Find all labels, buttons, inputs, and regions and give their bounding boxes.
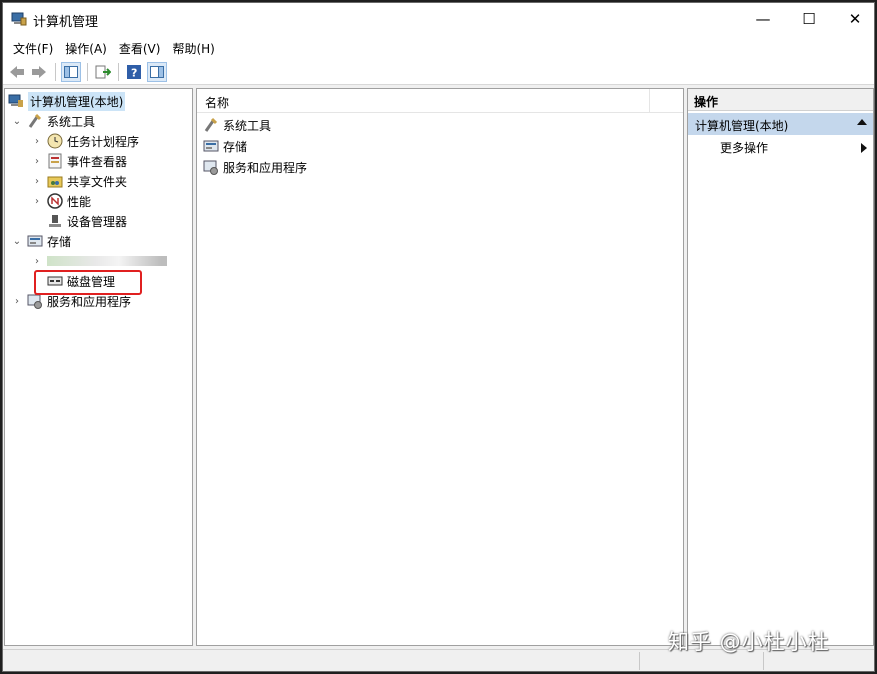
- chevron-right-icon[interactable]: ›: [11, 295, 23, 307]
- services-apps-icon: [203, 160, 218, 175]
- tree-item-storage[interactable]: ⌄ 存储: [11, 231, 71, 251]
- minimize-icon: —: [755, 10, 771, 28]
- close-icon: ✕: [848, 10, 862, 28]
- menu-bar: 文件(F) 操作(A) 查看(V) 帮助(H): [3, 35, 874, 59]
- help-button[interactable]: ?: [124, 62, 144, 82]
- tools-icon: [28, 113, 42, 128]
- tree-item-system-tools[interactable]: ⌄ 系统工具: [11, 111, 95, 131]
- chevron-right-icon[interactable]: ›: [31, 155, 43, 167]
- help-icon: ?: [127, 65, 141, 79]
- submenu-arrow-icon[interactable]: [861, 143, 867, 153]
- menu-action[interactable]: 操作(A): [59, 35, 113, 59]
- highlight-annotation: [34, 270, 142, 295]
- toolbar: ?: [3, 59, 874, 85]
- chevron-down-icon[interactable]: ⌄: [11, 115, 23, 127]
- list-item-label: 系统工具: [223, 118, 272, 133]
- tree-item-device-manager[interactable]: 设备管理器: [47, 211, 127, 231]
- more-actions-item[interactable]: 更多操作: [720, 139, 768, 156]
- tree-item-label: 共享文件夹: [67, 174, 128, 189]
- services-apps-icon: [27, 294, 42, 309]
- tree-item-label: 计算机管理(本地): [28, 91, 126, 111]
- tree-item-obscured[interactable]: ›: [31, 251, 167, 271]
- column-header-label: 名称: [205, 96, 230, 110]
- menu-view[interactable]: 查看(V): [113, 35, 167, 59]
- actions-section-computer-management[interactable]: 计算机管理(本地): [688, 113, 873, 135]
- arrow-right-icon: [32, 66, 46, 78]
- tree-item-label: 事件查看器: [67, 154, 128, 169]
- computer-management-icon: [8, 94, 23, 107]
- list-item[interactable]: 服务和应用程序: [203, 157, 307, 177]
- tree-item-root[interactable]: 计算机管理(本地): [8, 91, 126, 111]
- tree-item-task-scheduler[interactable]: › 任务计划程序: [31, 131, 139, 151]
- show-hide-console-tree-button[interactable]: [61, 62, 81, 82]
- tree-item-label: 存储: [47, 234, 72, 249]
- export-list-button[interactable]: [93, 62, 113, 82]
- toolbar-separator: [55, 63, 56, 81]
- actions-pane: 操作 计算机管理(本地) 更多操作: [687, 88, 874, 646]
- shared-folder-icon: [47, 176, 63, 188]
- minimize-button[interactable]: —: [740, 3, 786, 35]
- tree-item-label: 系统工具: [47, 114, 96, 129]
- tree-item-label: 性能: [67, 194, 92, 209]
- toolbar-separator: [87, 63, 88, 81]
- actions-header: 操作: [688, 89, 873, 111]
- tree-item-shared-folders[interactable]: › 共享文件夹: [31, 171, 127, 191]
- blurred-item-placeholder: [47, 256, 167, 266]
- list-item-label: 服务和应用程序: [223, 160, 308, 175]
- title-bar: 计算机管理 — ☐ ✕: [3, 3, 874, 35]
- chevron-right-icon[interactable]: ›: [31, 255, 43, 267]
- tools-icon: [204, 117, 218, 132]
- clock-icon: [47, 133, 63, 149]
- device-manager-icon: [49, 215, 61, 227]
- list-item-label: 存储: [223, 139, 248, 154]
- computer-management-window: 计算机管理 — ☐ ✕ 文件(F) 操作(A) 查看(V) 帮助(H) ? 计算…: [2, 2, 875, 672]
- event-viewer-icon: [48, 153, 62, 169]
- tree-item-performance[interactable]: › 性能: [31, 191, 91, 211]
- arrow-left-icon: [10, 66, 24, 78]
- back-button[interactable]: [7, 62, 27, 82]
- status-divider: [639, 652, 640, 670]
- column-header-name[interactable]: 名称: [197, 89, 683, 113]
- chevron-right-icon[interactable]: ›: [31, 175, 43, 187]
- window-title: 计算机管理: [33, 15, 99, 30]
- column-divider[interactable]: [649, 89, 650, 113]
- tree-item-label: 服务和应用程序: [47, 294, 132, 309]
- list-item[interactable]: 存储: [203, 136, 247, 156]
- export-icon: [95, 65, 111, 79]
- maximize-icon: ☐: [802, 10, 816, 28]
- collapse-up-icon[interactable]: [857, 119, 867, 125]
- close-button[interactable]: ✕: [832, 3, 877, 35]
- watermark: 知乎 @小杜小杜: [668, 630, 830, 654]
- maximize-button[interactable]: ☐: [786, 3, 832, 35]
- toolbar-separator: [118, 63, 119, 81]
- console-tree-pane: 计算机管理(本地) ⌄ 系统工具 › 任务计划程序 › 事件查看器 › 共享文件…: [4, 88, 193, 646]
- menu-file[interactable]: 文件(F): [7, 35, 59, 59]
- menu-help[interactable]: 帮助(H): [166, 35, 220, 59]
- chevron-down-icon[interactable]: ⌄: [11, 235, 23, 247]
- storage-icon: [27, 235, 43, 247]
- svg-text:?: ?: [131, 67, 137, 80]
- tree-item-label: 设备管理器: [67, 214, 128, 229]
- performance-icon: [47, 193, 63, 209]
- chevron-right-icon[interactable]: ›: [31, 195, 43, 207]
- action-pane-icon: [150, 66, 164, 78]
- storage-icon: [203, 140, 219, 152]
- chevron-right-icon[interactable]: ›: [31, 135, 43, 147]
- computer-management-icon: [11, 12, 27, 26]
- show-hide-action-pane-button[interactable]: [147, 62, 167, 82]
- tree-item-label: 任务计划程序: [67, 134, 140, 149]
- actions-section-label: 计算机管理(本地): [695, 119, 789, 133]
- forward-button[interactable]: [29, 62, 49, 82]
- content-list-pane: 名称 系统工具 存储 服务和应用程序: [196, 88, 684, 646]
- tree-item-event-viewer[interactable]: › 事件查看器: [31, 151, 127, 171]
- console-tree-icon: [64, 66, 78, 78]
- list-item[interactable]: 系统工具: [203, 115, 271, 135]
